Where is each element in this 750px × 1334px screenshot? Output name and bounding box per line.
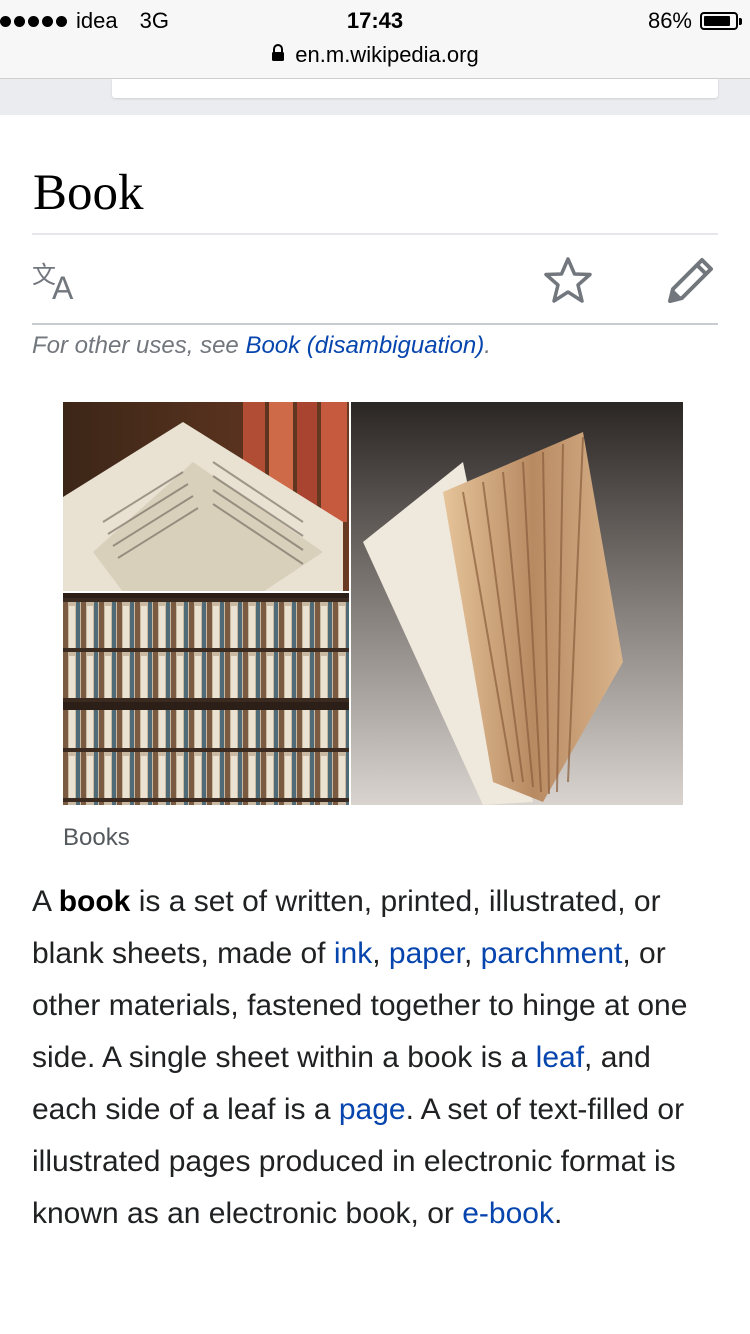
search-card-edge[interactable] xyxy=(112,79,718,98)
text-segment: , xyxy=(463,937,481,970)
hatnote: For other uses, see Book (disambiguation… xyxy=(32,332,491,360)
hatnote-prefix: For other uses, see xyxy=(32,332,246,359)
image-caption: Books xyxy=(63,824,130,851)
battery-percent: 86% xyxy=(647,8,692,33)
link-paper[interactable]: paper xyxy=(389,937,464,970)
disambiguation-link[interactable]: Book (disambiguation) xyxy=(245,332,484,359)
intro-paragraph: A book is a set of written, printed, ill… xyxy=(32,876,722,1240)
address-bar[interactable]: en.m.wikipedia.org xyxy=(0,42,750,79)
header-band xyxy=(0,79,750,115)
actions-divider xyxy=(32,323,718,325)
page-title: Book xyxy=(33,165,144,221)
battery-info: 86% xyxy=(647,8,742,34)
clock: 17:43 xyxy=(346,8,404,33)
url-text[interactable]: en.m.wikipedia.org xyxy=(295,42,478,68)
status-bar: idea 3G 17:43 86% xyxy=(0,0,750,42)
translate-icon[interactable]: 文 A xyxy=(32,261,84,301)
link-page[interactable]: page xyxy=(339,1093,406,1126)
hatnote-suffix: . xyxy=(484,332,491,359)
pencil-icon[interactable] xyxy=(664,255,718,307)
link-parchment[interactable]: parchment xyxy=(481,937,623,970)
link-ebook[interactable]: e-book xyxy=(462,1197,554,1230)
text-segment: , xyxy=(372,937,389,970)
bold-term: book xyxy=(58,885,131,918)
link-ink[interactable]: ink xyxy=(334,937,372,970)
svg-text:A: A xyxy=(52,270,74,301)
link-leaf[interactable]: leaf xyxy=(536,1041,584,1074)
star-icon[interactable] xyxy=(542,255,594,307)
lock-icon xyxy=(272,44,285,61)
page-actions: 文 A xyxy=(32,235,718,323)
battery-icon xyxy=(700,12,742,30)
text-segment: A xyxy=(32,885,59,918)
article-image[interactable] xyxy=(63,402,683,805)
text-segment: . xyxy=(553,1197,563,1230)
books-photo-collage[interactable] xyxy=(63,402,683,805)
